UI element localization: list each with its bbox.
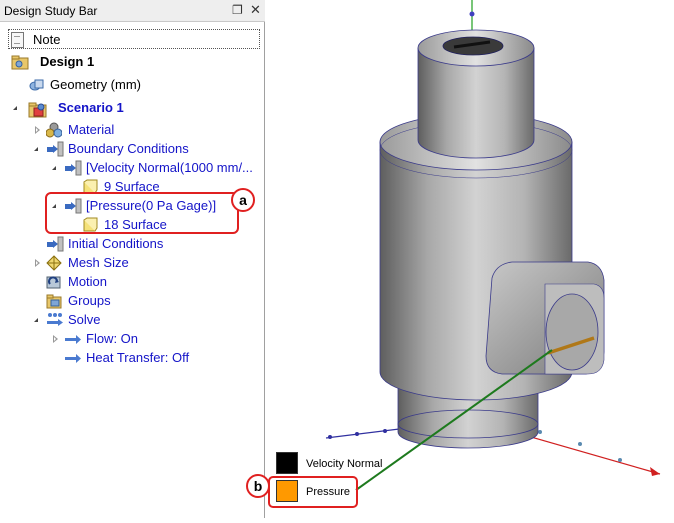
axis-tick	[469, 11, 475, 17]
expand-open-icon[interactable]	[13, 106, 17, 110]
velocity-inlet-face	[442, 36, 504, 56]
pin-icon[interactable]: ❐	[232, 3, 243, 17]
panel-title: Design Study Bar	[4, 4, 98, 18]
tree-item-scenario[interactable]: Scenario 1	[0, 99, 260, 118]
axis-tick	[383, 429, 387, 433]
legend-label-velocity: Velocity Normal	[306, 458, 383, 470]
panel-titlebar: Design Study Bar ❐ ✕	[0, 0, 265, 22]
note-label: Note	[33, 32, 61, 47]
tree-label-groups: Groups	[68, 293, 111, 308]
material-icon	[46, 122, 62, 138]
axis-tick	[618, 458, 622, 462]
tree-item-initial-conditions[interactable]: Initial Conditions	[0, 235, 260, 253]
close-icon[interactable]: ✕	[250, 2, 261, 18]
flow-icon	[64, 331, 81, 347]
tree-item-groups[interactable]: Groups	[0, 292, 260, 310]
expand-closed-icon[interactable]	[35, 126, 40, 134]
tree-item-design[interactable]: Design 1	[0, 53, 260, 71]
geometry-icon	[29, 77, 45, 93]
tree-label-velocity-bc: [Velocity Normal(1000 mm/...	[86, 160, 253, 175]
design-study-bar: Design Study Bar ❐ ✕ Note Design 1 Geome…	[0, 0, 265, 518]
solve-icon	[46, 312, 63, 328]
tree-item-geometry[interactable]: Geometry (mm)	[0, 76, 260, 94]
note-icon	[11, 32, 24, 48]
tree-label-mesh-size: Mesh Size	[68, 255, 129, 270]
tree-label-scenario: Scenario 1	[58, 100, 124, 115]
mesh-icon	[46, 255, 62, 271]
model-render	[325, 0, 661, 491]
tree-label-motion: Motion	[68, 274, 108, 289]
tree-item-flow[interactable]: Flow: On	[0, 330, 260, 348]
pressure-bc-highlight	[45, 192, 239, 234]
legend-swatch-velocity	[276, 452, 298, 474]
tree-label-solve: Solve	[68, 312, 101, 327]
expand-open-icon[interactable]	[52, 166, 56, 170]
callout-a: a	[231, 188, 255, 212]
tree-item-solve[interactable]: Solve	[0, 311, 260, 329]
tree-label-initial-conditions: Initial Conditions	[68, 236, 164, 251]
tree-label-material: Material	[68, 122, 115, 137]
motion-icon	[46, 274, 62, 290]
graphics-viewport[interactable]	[266, 0, 674, 518]
pressure-outlet-face	[545, 293, 599, 371]
expand-closed-icon[interactable]	[35, 259, 40, 267]
tree-item-mesh-size[interactable]: Mesh Size	[0, 254, 260, 272]
tree-item-material[interactable]: Material	[0, 121, 260, 139]
note-field[interactable]: Note	[8, 29, 260, 49]
design-icon	[11, 54, 29, 70]
expand-closed-icon[interactable]	[53, 335, 58, 343]
callout-b: b	[246, 474, 270, 498]
axis-tick	[355, 432, 359, 436]
groups-icon	[46, 293, 62, 309]
scenario-icon	[28, 100, 47, 118]
tree-item-boundary-conditions[interactable]: Boundary Conditions	[0, 140, 260, 158]
tree-label-boundary-conditions: Boundary Conditions	[68, 141, 189, 156]
tree-item-motion[interactable]: Motion	[0, 273, 260, 291]
boundary-conditions-icon	[46, 141, 64, 157]
x-axis-arrow	[650, 467, 660, 476]
axis-tick	[538, 430, 542, 434]
legend-highlight	[268, 476, 358, 508]
tree-label-heat-transfer: Heat Transfer: Off	[86, 350, 190, 365]
tree-label-flow: Flow: On	[86, 331, 139, 346]
heat-transfer-icon	[64, 350, 81, 366]
expand-open-icon[interactable]	[34, 147, 38, 151]
tree-label-design: Design 1	[40, 54, 95, 69]
axis-tick	[578, 442, 582, 446]
tree-item-velocity-bc[interactable]: [Velocity Normal(1000 mm/...	[0, 159, 262, 177]
tree-label-geometry: Geometry (mm)	[50, 77, 141, 92]
initial-conditions-icon	[46, 236, 64, 252]
axis-tick	[328, 435, 332, 439]
velocity-bc-icon	[64, 160, 82, 176]
tree-item-heat-transfer[interactable]: Heat Transfer: Off	[0, 349, 260, 367]
expand-open-icon[interactable]	[34, 318, 38, 322]
